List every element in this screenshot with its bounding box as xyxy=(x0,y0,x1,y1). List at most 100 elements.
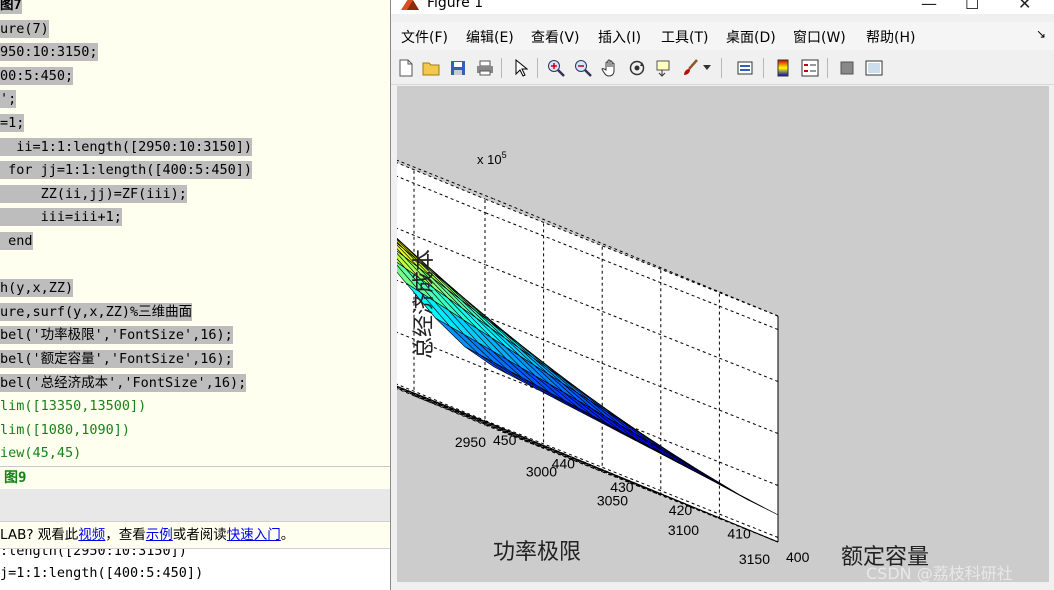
toolbar-separator xyxy=(537,58,538,78)
brush-icon[interactable] xyxy=(680,57,702,79)
menu-edit[interactable]: 编辑(E) xyxy=(466,27,514,47)
surface-plot: 295030003050310031504004104204304404509.… xyxy=(172,38,929,569)
toolbar-separator xyxy=(827,58,828,78)
y-tick-label: 430 xyxy=(610,479,634,495)
code-line[interactable]: lim([13350,13500]) xyxy=(0,395,146,417)
menu-window[interactable]: 窗口(W) xyxy=(793,27,846,47)
figure-title: Figure 1 xyxy=(427,0,484,11)
y-tick-label: 410 xyxy=(727,526,751,542)
cell-title: 图9 xyxy=(4,470,27,486)
code-line[interactable]: iii=iii+1; xyxy=(0,206,122,228)
code-text: bel('功率极限','FontSize',16); xyxy=(0,326,233,345)
code-line[interactable]: bel('额定容量','FontSize',16); xyxy=(0,348,233,370)
help-prefix: LAB? 观看此 xyxy=(0,527,79,543)
menu-file[interactable]: 文件(F) xyxy=(401,27,448,47)
figure-window: Figure 1 — ☐ ✕ 文件(F) 编辑(E) 查看(V) 插入(I) 工… xyxy=(172,0,1054,590)
code-text: iew(45,45) xyxy=(0,445,82,462)
matlab-logo-icon xyxy=(401,0,419,10)
toolbar-separator xyxy=(721,58,722,78)
code-line[interactable]: end xyxy=(0,230,33,252)
menu-view[interactable]: 查看(V) xyxy=(531,27,580,47)
show-plot-tools-icon[interactable] xyxy=(863,57,885,79)
colorbar-icon[interactable] xyxy=(772,57,794,79)
menu-bar: 文件(F) 编辑(E) 查看(V) 插入(I) 工具(T) 桌面(D) 窗口(W… xyxy=(391,22,1054,50)
plot-canvas[interactable]: 295030003050310031504004104204304404509.… xyxy=(172,38,1049,582)
menu-help[interactable]: 帮助(H) xyxy=(866,27,915,47)
code-line[interactable]: lim([1080,1090]) xyxy=(0,419,130,441)
legend-icon[interactable] xyxy=(799,57,821,79)
code-line[interactable]: ure(7) xyxy=(0,18,49,40)
data-cursor-icon[interactable] xyxy=(653,57,675,79)
rotate-3d-icon[interactable] xyxy=(626,57,648,79)
code-text: lim([13350,13500]) xyxy=(0,398,147,415)
dropdown-arrow-icon[interactable] xyxy=(702,57,712,79)
open-icon[interactable] xyxy=(420,57,442,79)
y-tick-label: 440 xyxy=(552,455,576,471)
y-tick-label: 420 xyxy=(669,502,693,518)
code-line[interactable]: iew(45,45) xyxy=(0,442,81,464)
menu-desktop[interactable]: 桌面(D) xyxy=(726,27,776,47)
y-tick-label: 450 xyxy=(493,432,517,448)
zoom-out-icon[interactable] xyxy=(572,57,594,79)
x-tick-label: 3150 xyxy=(739,551,770,567)
code-text: for jj=1:1:length([400:5:450]) xyxy=(0,161,252,180)
code-line[interactable]: '; xyxy=(0,88,17,110)
select-arrow-icon[interactable] xyxy=(510,57,532,79)
x-tick-label: 3050 xyxy=(597,493,628,509)
examples-link[interactable]: 示例 xyxy=(146,527,173,543)
panel-divider xyxy=(0,489,390,522)
pan-hand-icon[interactable] xyxy=(599,57,621,79)
menu-dock-arrow[interactable]: ↘ xyxy=(1036,27,1046,41)
help-mid2: 或者阅读 xyxy=(172,527,227,543)
save-icon[interactable] xyxy=(447,57,469,79)
help-mid1: ，查看 xyxy=(105,527,146,543)
code-text: ZZ(ii,jj)=ZF(iii); xyxy=(0,184,187,203)
code-editor[interactable]: 图7 ure(7) 950:10:3150; 00:5:450; '; =1; ii=1:… xyxy=(0,0,390,466)
video-link[interactable]: 视频 xyxy=(78,527,105,543)
x-axis-label: 功率极限 xyxy=(493,539,581,564)
help-banner: LAB? 观看此视频，查看示例或者阅读快速入门。 xyxy=(0,522,390,549)
code-text: end xyxy=(0,232,33,250)
code-text: ure,surf(y,x,ZZ)%三维曲面 xyxy=(0,302,193,321)
new-figure-icon[interactable] xyxy=(395,57,417,79)
command-line: :length([2950:10:3150]) xyxy=(0,549,187,559)
code-text: 00:5:450; xyxy=(0,66,74,85)
getting-started-link[interactable]: 快速入门 xyxy=(227,527,281,543)
command-window[interactable]: :length([2950:10:3150]) j=1:1:length([40… xyxy=(0,549,390,590)
close-button[interactable]: ✕ xyxy=(1018,0,1031,13)
code-text: '; xyxy=(0,90,17,109)
minimize-button[interactable]: — xyxy=(921,0,937,13)
code-text: ii=1:1:length([2950:10:3150]) xyxy=(0,137,252,156)
x-tick-label: 3100 xyxy=(668,522,699,538)
code-text: lim([1080,1090]) xyxy=(0,421,131,438)
zoom-in-icon[interactable] xyxy=(545,57,567,79)
code-line[interactable]: h(y,x,ZZ) xyxy=(0,277,74,299)
code-line[interactable]: 00:5:450; xyxy=(0,65,74,87)
link-plot-icon[interactable] xyxy=(734,57,756,79)
code-line[interactable]: ure,surf(y,x,ZZ)%三维曲面 xyxy=(0,301,193,323)
help-suffix: 。 xyxy=(280,527,295,543)
code-line[interactable]: bel('总经济成本','FontSize',16); xyxy=(0,372,247,394)
code-line[interactable]: ii=1:1:length([2950:10:3150]) xyxy=(0,136,252,158)
code-text: iii=iii+1; xyxy=(0,208,122,227)
code-line[interactable]: for jj=1:1:length([400:5:450]) xyxy=(0,159,252,181)
menu-tools[interactable]: 工具(T) xyxy=(661,27,708,47)
code-text: bel('额定容量','FontSize',16); xyxy=(0,350,233,368)
code-line[interactable]: 图7 xyxy=(0,0,22,16)
code-text: bel('总经济成本','FontSize',16); xyxy=(0,373,247,392)
watermark: CSDN @荔枝科研社 xyxy=(866,564,1013,583)
command-line: j=1:1:length([400:5:450]) xyxy=(0,565,204,581)
code-line[interactable]: 950:10:3150; xyxy=(0,41,98,63)
print-icon[interactable] xyxy=(474,57,496,79)
figure-titlebar: Figure 1 — ☐ ✕ xyxy=(391,0,1054,14)
code-line[interactable]: ZZ(ii,jj)=ZF(iii); xyxy=(0,183,187,205)
menu-insert[interactable]: 插入(I) xyxy=(598,27,641,47)
maximize-button[interactable]: ☐ xyxy=(965,0,979,13)
cell-title-bar: 图9 xyxy=(0,466,390,490)
code-text: h(y,x,ZZ) xyxy=(0,279,74,298)
code-line[interactable]: bel('功率极限','FontSize',16); xyxy=(0,324,233,346)
hide-plot-tools-icon[interactable] xyxy=(836,57,858,79)
code-text: 950:10:3150; xyxy=(0,43,98,62)
code-line[interactable]: =1; xyxy=(0,112,25,134)
z-axis-label: 总经济成本 xyxy=(411,249,436,359)
